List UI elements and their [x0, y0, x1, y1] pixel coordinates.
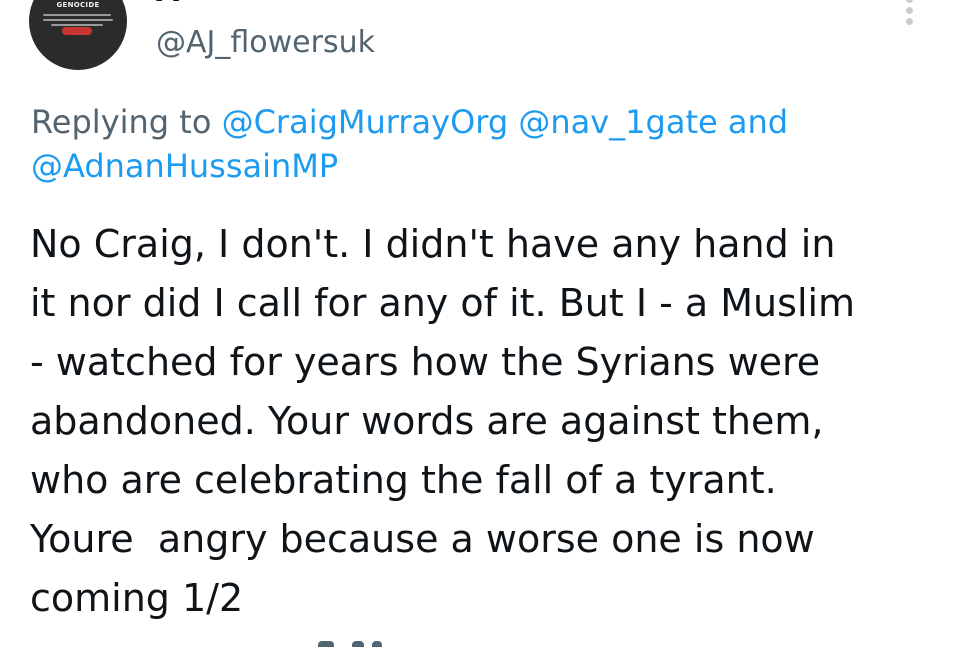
avatar-title: GENOCIDE	[56, 1, 100, 9]
reply-prefix: Replying to	[31, 103, 212, 141]
tweet-text-line: Youre angry because a worse one is now	[30, 517, 815, 561]
tweet-text-line: who are celebrating the fall of a tyrant…	[30, 458, 777, 502]
avatar-text-line	[43, 14, 111, 16]
tweet-text-line: abandoned. Your words are against them,	[30, 399, 824, 443]
tweet-text-line: it nor did I call for any of it. But I -…	[30, 281, 856, 325]
reply-context: Replying to @CraigMurrayOrg @nav_1gate a…	[31, 100, 931, 188]
cut-off-footer-glyph	[318, 641, 334, 647]
more-vertical-icon[interactable]	[896, 0, 924, 36]
tweet-text-line: - watched for years how the Syrians were	[30, 340, 821, 384]
tweet-text-line: coming 1/2	[30, 576, 244, 620]
cut-off-footer-glyph	[372, 641, 382, 647]
author-handle[interactable]: @AJ_flowersuk	[156, 24, 375, 62]
tweet-text: No Craig, I don't. I didn't have any han…	[30, 215, 945, 628]
avatar[interactable]: GENOCIDE	[29, 0, 127, 70]
avatar-text-line	[43, 19, 113, 21]
avatar-learn-more-button	[62, 27, 92, 35]
mention-link[interactable]: @AdnanHussainMP	[31, 147, 338, 185]
author-display-name[interactable]: A	[156, 0, 179, 10]
mention-conjunction: and	[727, 103, 789, 141]
mention-link[interactable]: @nav_1gate	[518, 103, 717, 141]
cut-off-footer-glyph	[352, 641, 364, 647]
tweet-text-line: No Craig, I don't. I didn't have any han…	[30, 222, 836, 266]
avatar-text-line	[51, 24, 103, 26]
mention-link[interactable]: @CraigMurrayOrg	[222, 103, 509, 141]
